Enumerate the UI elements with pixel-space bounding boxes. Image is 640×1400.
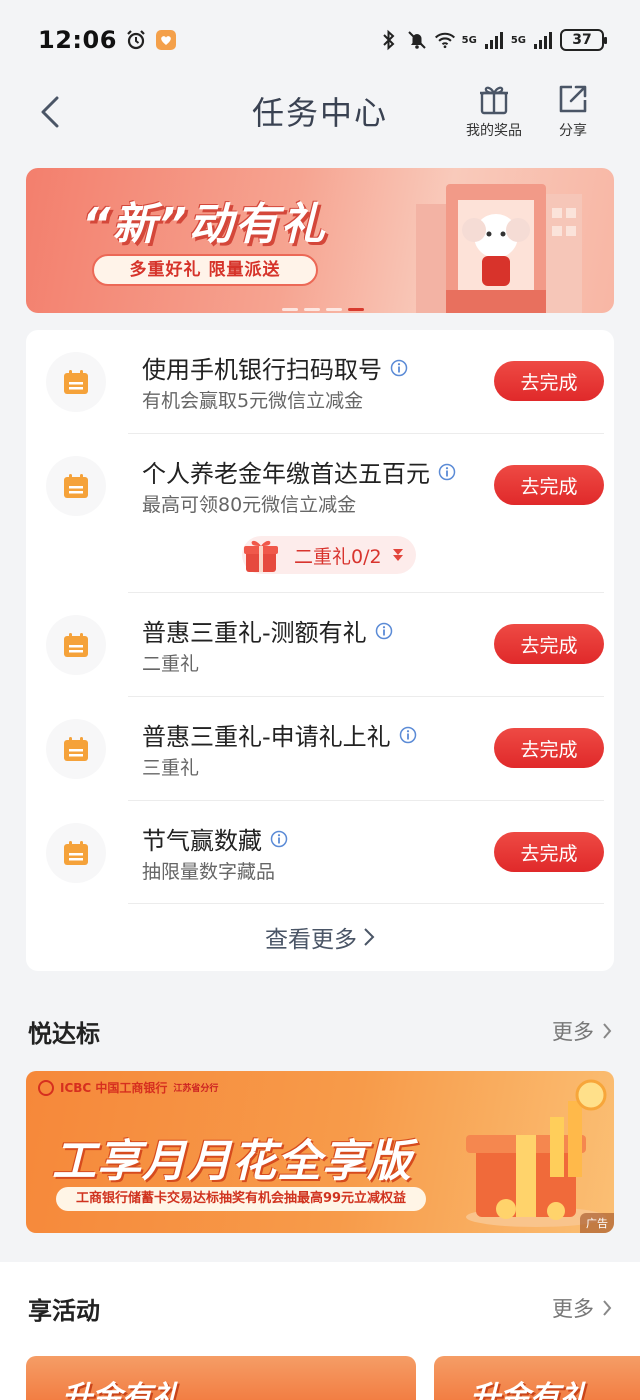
gift-progress-text: 二重礼0/2 <box>294 545 382 568</box>
info-icon[interactable] <box>375 622 393 640</box>
task-title: 普惠三重礼-申请礼上礼 <box>142 717 417 752</box>
chevron-down-icon <box>392 549 403 561</box>
my-prizes-label: 我的奖品 <box>466 123 522 139</box>
see-more-link[interactable]: 查看更多 <box>26 920 614 954</box>
task-calendar-icon <box>46 456 106 516</box>
task-calendar-icon <box>46 719 106 779</box>
complete-task-button[interactable]: 去完成 <box>494 728 604 768</box>
share-button[interactable]: 分享 <box>537 82 609 140</box>
promo-banner[interactable]: “新”动有礼 多重好礼 限量派送 <box>26 168 614 313</box>
complete-task-button[interactable]: 去完成 <box>494 832 604 872</box>
icbc-logo-icon <box>38 1079 54 1096</box>
alarm-icon <box>125 29 147 51</box>
my-prizes-button[interactable]: 我的奖品 <box>458 82 530 140</box>
ad-description: 工商银行储蓄卡交易达标抽奖有机会抽最高99元立减权益 <box>56 1187 426 1211</box>
task-title-text: 使用手机银行扫码取号 <box>142 356 382 384</box>
status-time: 12:06 <box>38 26 117 54</box>
wifi-icon <box>434 29 456 51</box>
task-title: 节气赢数藏 <box>142 821 288 856</box>
section-more-link[interactable]: 更多 <box>552 1293 612 1323</box>
task-subtitle: 二重礼 <box>142 653 200 675</box>
complete-task-button[interactable]: 去完成 <box>494 465 604 505</box>
bluetooth-icon <box>378 29 400 51</box>
task-subtitle: 抽限量数字藏品 <box>142 861 276 883</box>
banner-dot <box>326 308 342 311</box>
section-more-label: 更多 <box>552 1020 594 1044</box>
mute-icon <box>406 29 428 51</box>
section-title: 悦达标 <box>28 1020 100 1048</box>
task-title: 个人养老金年缴首达五百元 <box>142 454 456 489</box>
task-calendar-icon <box>46 352 106 412</box>
gift-box-illustration <box>466 1079 607 1227</box>
chevron-right-icon <box>603 1300 612 1316</box>
task-row: 节气赢数藏 抽限量数字藏品 去完成 <box>26 801 614 905</box>
banner-dot <box>282 308 298 311</box>
task-row: 普惠三重礼-测额有礼 二重礼 去完成 <box>26 593 614 697</box>
share-label: 分享 <box>559 123 587 139</box>
network-type-1: 5G <box>461 34 477 46</box>
banner-dot-active <box>348 308 364 311</box>
bank-branch-text: 江苏省分行 <box>173 1084 219 1094</box>
task-subtitle: 有机会赢取5元微信立减金 <box>142 390 364 412</box>
complete-task-button[interactable]: 去完成 <box>494 624 604 664</box>
divider <box>128 903 604 904</box>
section-header-yue: 悦达标 更多 <box>28 1014 612 1054</box>
info-icon[interactable] <box>270 830 288 848</box>
battery-indicator: 37 <box>560 29 607 51</box>
activity-card[interactable]: 升金有礼 <box>434 1356 640 1400</box>
signal-icon-2 <box>532 29 554 51</box>
promo-ad-card[interactable]: ICBC 中国工商银行 江苏省分行 工享月月花全享版 工商银行储蓄卡交易达标抽奖… <box>26 1071 614 1233</box>
section-more-label: 更多 <box>552 1297 594 1321</box>
chevron-right-icon <box>364 928 375 946</box>
banner-title: “新”动有礼 <box>82 199 327 250</box>
status-bar: 12:06 5G 5G 37 <box>0 0 640 80</box>
chevron-right-icon <box>603 1023 612 1039</box>
task-row: 普惠三重礼-申请礼上礼 三重礼 去完成 <box>26 697 614 801</box>
banner-dot <box>304 308 320 311</box>
complete-task-button[interactable]: 去完成 <box>494 361 604 401</box>
navigation-bar: 任务中心 我的奖品 分享 <box>0 80 640 148</box>
info-icon[interactable] <box>390 359 408 377</box>
app-notification-icon <box>155 29 177 51</box>
banner-pagination <box>282 308 364 311</box>
mascot-building-illustration <box>416 184 582 313</box>
bank-logo: ICBC 中国工商银行 江苏省分行 <box>38 1079 218 1096</box>
gift-icon <box>480 86 508 115</box>
info-icon[interactable] <box>438 463 456 481</box>
see-more-label: 查看更多 <box>265 927 357 953</box>
bank-logo-text: ICBC 中国工商银行 <box>60 1081 168 1095</box>
section-title: 享活动 <box>28 1297 100 1325</box>
section-more-link[interactable]: 更多 <box>552 1016 612 1046</box>
task-calendar-icon <box>46 823 106 883</box>
task-title: 使用手机银行扫码取号 <box>142 350 408 385</box>
banner-subtitle: 多重好礼 限量派送 <box>92 254 318 286</box>
task-title-text: 普惠三重礼-测额有礼 <box>142 619 367 647</box>
section-header-activities: 享活动 更多 <box>28 1291 612 1331</box>
gift-progress-toggle[interactable]: 二重礼0/2 <box>242 536 416 574</box>
gift-box-icon <box>244 540 278 572</box>
task-subtitle: 最高可领80元微信立减金 <box>142 494 357 516</box>
task-list-card: 使用手机银行扫码取号 有机会赢取5元微信立减金 去完成 个人养老金年缴首达五百元… <box>26 330 614 971</box>
share-icon <box>559 85 587 113</box>
activity-card[interactable]: 升金有礼 <box>26 1356 416 1400</box>
task-title: 普惠三重礼-测额有礼 <box>142 613 393 648</box>
task-title-text: 节气赢数藏 <box>142 827 262 855</box>
activity-card-title: 升金有礼 <box>62 1380 182 1400</box>
ad-tag: 广告 <box>580 1213 614 1233</box>
network-type-2: 5G <box>510 34 526 46</box>
ad-title: 工享月月花全享版 <box>52 1136 412 1187</box>
task-calendar-icon <box>46 615 106 675</box>
task-row: 使用手机银行扫码取号 有机会赢取5元微信立减金 去完成 <box>26 330 614 434</box>
activity-card-title: 升金有礼 <box>470 1380 590 1400</box>
task-title-text: 个人养老金年缴首达五百元 <box>142 460 430 488</box>
task-subtitle: 三重礼 <box>142 757 200 779</box>
info-icon[interactable] <box>399 726 417 744</box>
task-title-text: 普惠三重礼-申请礼上礼 <box>142 723 391 751</box>
signal-icon-1 <box>483 29 505 51</box>
